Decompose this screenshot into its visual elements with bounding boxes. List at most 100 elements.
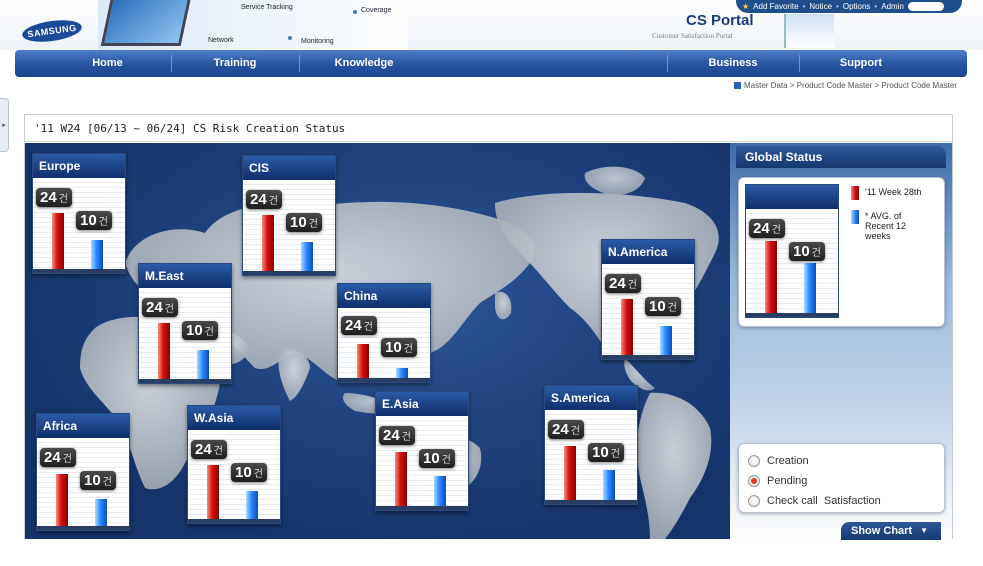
star-icon: ★ — [742, 2, 750, 11]
breadcrumb: Master Data > Product Code Master > Prod… — [734, 81, 957, 90]
count-unit: 건 — [441, 455, 451, 466]
count-unit: 건 — [308, 219, 318, 230]
region-name: China — [338, 284, 430, 308]
current-bar — [56, 474, 68, 526]
current-count-label: 24 건 — [379, 426, 415, 445]
portal-subtitle: Customer Satisfaction Portal — [652, 32, 733, 40]
radio-button-selected[interactable] — [748, 475, 760, 487]
average-count: 10 — [649, 298, 666, 315]
current-count-label: 24 건 — [36, 188, 72, 207]
separator-dot: • — [802, 2, 806, 11]
nav-support[interactable]: Support — [799, 50, 923, 77]
logout-button[interactable]: ▸Logout — [907, 2, 945, 11]
current-count: 24 — [383, 427, 400, 444]
count-unit: 건 — [403, 344, 413, 355]
count-unit: 건 — [570, 426, 580, 437]
chart-base — [545, 500, 637, 504]
global-status-sidebar: Global Status 24 건 10 건 '11 Week 28th * … — [730, 143, 952, 540]
admin-link[interactable]: Admin — [881, 2, 904, 11]
current-bar — [207, 465, 219, 519]
current-count-label: 24 건 — [40, 448, 76, 467]
region-w-asia[interactable]: W.Asia 24 건 10 건 — [187, 405, 281, 524]
legend-average-text: * AVG. of Recent 12 weeks — [865, 211, 907, 241]
region-name: Europe — [33, 154, 125, 178]
current-count: 24 — [753, 220, 770, 237]
nav-training[interactable]: Training — [171, 50, 299, 77]
separator-dot: • — [836, 2, 839, 11]
average-bar — [197, 350, 209, 379]
region-name: S.America — [545, 386, 637, 410]
region-m-east[interactable]: M.East 24 건 10 건 — [138, 263, 232, 384]
sidebar-toggle[interactable]: ▸ — [0, 98, 9, 152]
count-unit: 건 — [268, 196, 278, 207]
global-status-card: 24 건 10 건 '11 Week 28th * AVG. of Recent 1… — [738, 177, 945, 327]
current-count: 24 — [44, 449, 61, 466]
average-count-label: 10 건 — [381, 338, 417, 357]
add-favorite-link[interactable]: Add Favorite — [753, 2, 798, 11]
count-unit: 건 — [98, 217, 108, 228]
region-africa[interactable]: Africa 24 건 10 건 — [36, 413, 130, 531]
current-bar — [395, 452, 407, 506]
current-bar — [52, 213, 64, 269]
average-bar — [603, 470, 615, 500]
nav-knowledge[interactable]: Knowledge — [299, 50, 429, 77]
average-count-label: 10 건 — [231, 463, 267, 482]
main-nav: Home Training Knowledge Business Support — [15, 50, 967, 77]
option-check-call-satisfaction[interactable]: Check call Satisfaction — [748, 493, 881, 509]
global-status-chart-head — [746, 185, 838, 209]
region-chart: 24 건 10 건 — [545, 410, 637, 504]
chart-base — [188, 519, 280, 523]
option-creation[interactable]: Creation — [748, 453, 809, 469]
banner-word: Monitoring — [301, 38, 334, 45]
region-europe[interactable]: Europe 24 건 10 건 — [32, 153, 126, 274]
count-unit: 건 — [58, 194, 68, 205]
legend-swatch-red — [851, 186, 859, 200]
count-unit: 건 — [610, 449, 620, 460]
samsung-logo[interactable]: SAMSUNG — [20, 16, 84, 46]
region-chart: 24 건 10 건 — [376, 416, 468, 510]
count-unit: 건 — [771, 225, 781, 236]
chevron-right-icon: ▸ — [2, 122, 6, 129]
radio-button[interactable] — [748, 495, 760, 507]
average-count: 10 — [793, 243, 810, 260]
current-bar — [357, 344, 369, 378]
average-bar — [660, 326, 672, 355]
current-bar — [158, 323, 170, 379]
radio-button[interactable] — [748, 455, 760, 467]
region-name: W.Asia — [188, 406, 280, 430]
region-s-america[interactable]: S.America 24 건 10 건 — [544, 385, 638, 505]
average-count: 10 — [423, 450, 440, 467]
current-count: 24 — [250, 191, 267, 208]
average-bar — [301, 242, 313, 271]
banner-word: Coverage — [361, 7, 392, 14]
notice-link[interactable]: Notice — [809, 2, 832, 11]
average-count: 10 — [186, 322, 203, 339]
breadcrumb-icon — [734, 82, 741, 89]
nav-business[interactable]: Business — [667, 50, 799, 77]
count-unit: 건 — [62, 454, 72, 465]
region-e-asia[interactable]: E.Asia 24 건 10 건 — [375, 391, 469, 511]
average-bar — [91, 240, 103, 269]
triangle-down-icon: ▼ — [920, 526, 929, 535]
region-name: Africa — [37, 414, 129, 438]
average-bar — [396, 368, 408, 378]
risk-status-panel: '11 W24 [06/13 ~ 06/24] CS Risk Creation… — [24, 114, 953, 540]
average-count: 10 — [385, 339, 402, 356]
option-pending[interactable]: Pending — [748, 473, 807, 489]
region-china[interactable]: China 24 건 10 건 — [337, 283, 431, 383]
region-cis[interactable]: CIS 24 건 10 건 — [242, 155, 336, 276]
average-bar — [804, 263, 816, 313]
current-count: 24 — [552, 421, 569, 438]
region-n-america[interactable]: N.America 24 건 10 건 — [601, 239, 695, 360]
average-count: 10 — [235, 464, 252, 481]
region-chart: 24 건 10 건 — [602, 264, 694, 359]
count-unit: 건 — [204, 327, 214, 338]
show-chart-button[interactable]: Show Chart ▼ — [841, 522, 941, 540]
average-count: 10 — [290, 214, 307, 231]
monitor-icon — [100, 0, 192, 46]
chart-base — [338, 378, 430, 382]
count-unit: 건 — [811, 248, 821, 259]
region-chart: 24 건 10 건 — [139, 288, 231, 383]
current-bar — [621, 299, 633, 355]
options-link[interactable]: Options — [843, 2, 871, 11]
